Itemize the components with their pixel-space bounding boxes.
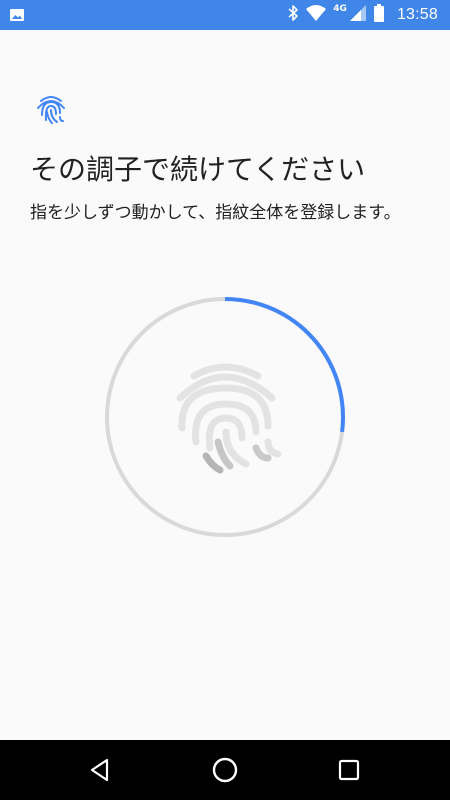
status-bar: 4G 13:58 [0, 0, 450, 30]
navigation-bar [0, 740, 450, 800]
enrollment-screen: その調子で続けてください 指を少しずつ動かして、指紋全体を登録します。 [0, 30, 450, 740]
clock: 13:58 [396, 6, 438, 23]
network-type-label: 4G [333, 4, 347, 14]
page-title: その調子で続けてください [30, 153, 366, 186]
signal-icon [349, 4, 367, 26]
instruction-text: 指を少しずつ動かして、指紋全体を登録します。 [30, 203, 401, 223]
image-notification-icon [9, 7, 25, 27]
back-icon[interactable] [86, 755, 116, 785]
recents-icon[interactable] [334, 755, 364, 785]
battery-icon [373, 3, 385, 27]
fingerprint-icon [176, 363, 282, 474]
bluetooth-icon [287, 4, 299, 26]
fingerprint-header-icon [34, 92, 68, 130]
wifi-icon [305, 4, 327, 26]
enrollment-progress-ring [104, 296, 346, 538]
home-icon[interactable] [210, 755, 240, 785]
